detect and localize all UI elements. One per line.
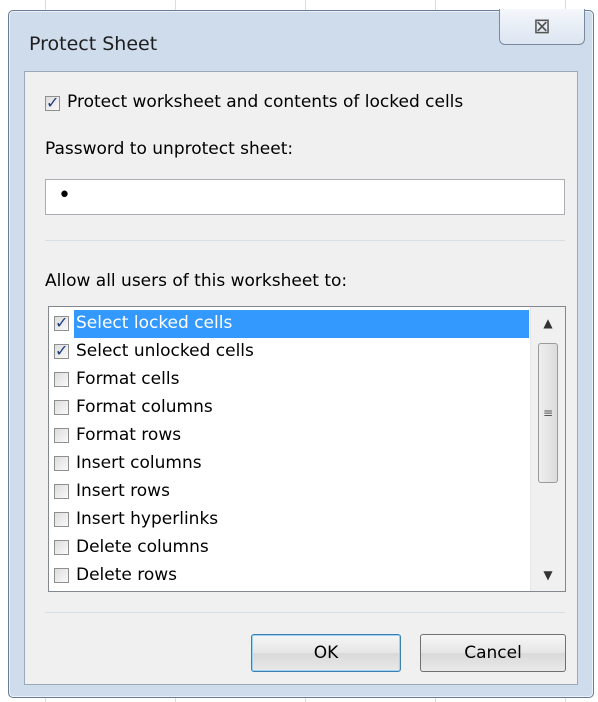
scroll-grip-icon: ≡ xyxy=(542,406,554,420)
permission-list-item[interactable]: ✓ Format columns xyxy=(49,394,531,422)
permission-checkbox[interactable]: ✓ xyxy=(54,400,69,415)
password-input[interactable]: • xyxy=(45,179,565,215)
scroll-up-arrow-icon[interactable]: ▲ xyxy=(531,307,565,339)
permission-label: Format columns xyxy=(76,397,213,417)
permission-label: Insert columns xyxy=(76,453,202,473)
dialog-title: Protect Sheet xyxy=(29,33,158,55)
close-button[interactable]: ⊠ xyxy=(499,9,585,45)
separator-bottom xyxy=(45,612,565,613)
permission-label: Select unlocked cells xyxy=(76,341,254,361)
permission-label: Insert rows xyxy=(76,481,170,501)
allow-users-label: Allow all users of this worksheet to: xyxy=(45,271,348,291)
permission-checkbox[interactable]: ✓ xyxy=(54,341,69,360)
password-masked-value: • xyxy=(58,183,71,208)
checkmark-icon: ✓ xyxy=(46,93,60,112)
permission-list-item[interactable]: ✓ Select unlocked cells xyxy=(49,338,531,366)
permission-checkbox[interactable]: ✓ xyxy=(54,372,69,387)
separator-top xyxy=(45,240,565,241)
permission-list-item[interactable]: ✓ Select locked cells xyxy=(49,310,531,338)
title-bar[interactable]: Protect Sheet ⊠ xyxy=(9,9,593,71)
close-icon: ⊠ xyxy=(533,14,551,38)
permission-checkbox[interactable]: ✓ xyxy=(54,428,69,443)
dialog-client-area: ✓ Protect worksheet and contents of lock… xyxy=(24,71,578,685)
permission-label: Format cells xyxy=(76,369,180,389)
ok-button[interactable]: OK xyxy=(251,634,401,672)
scroll-down-arrow-icon[interactable]: ▼ xyxy=(531,559,565,591)
permission-list-item[interactable]: ✓ Insert columns xyxy=(49,450,531,478)
permission-checkbox[interactable]: ✓ xyxy=(54,456,69,471)
permission-checkbox[interactable]: ✓ xyxy=(54,540,69,555)
permission-checkbox[interactable]: ✓ xyxy=(54,568,69,583)
protect-worksheet-label[interactable]: Protect worksheet and contents of locked… xyxy=(67,92,463,112)
permission-checkbox[interactable]: ✓ xyxy=(54,313,69,332)
protect-worksheet-checkbox[interactable]: ✓ xyxy=(45,93,60,112)
permission-label: Insert hyperlinks xyxy=(76,509,219,529)
permission-list-item[interactable]: ✓ Delete rows xyxy=(49,562,531,590)
permission-list-item[interactable]: ✓ Format cells xyxy=(49,366,531,394)
password-label: Password to unprotect sheet: xyxy=(45,139,294,159)
list-scrollbar[interactable]: ▲ ≡ ▼ xyxy=(530,307,565,591)
permission-label: Delete rows xyxy=(76,565,178,585)
permission-list-item[interactable]: ✓ Insert rows xyxy=(49,478,531,506)
permission-list-item[interactable]: ✓ Format rows xyxy=(49,422,531,450)
scroll-thumb[interactable]: ≡ xyxy=(538,343,558,483)
permissions-list[interactable]: ✓ Select locked cells ✓ Select unlocked cel… xyxy=(48,306,566,592)
permission-list-item[interactable]: ✓ Insert hyperlinks xyxy=(49,506,531,534)
checkmark-icon: ✓ xyxy=(55,313,69,332)
cancel-button[interactable]: Cancel xyxy=(420,634,566,672)
permission-label: Format rows xyxy=(76,425,182,445)
permission-label: Select locked cells xyxy=(76,313,233,333)
permission-checkbox[interactable]: ✓ xyxy=(54,512,69,527)
permission-label: Delete columns xyxy=(76,537,209,557)
protect-sheet-dialog: Protect Sheet ⊠ ✓ Protect worksheet and … xyxy=(8,9,594,698)
permission-checkbox[interactable]: ✓ xyxy=(54,484,69,499)
permission-list-item[interactable]: ✓ Delete columns xyxy=(49,534,531,562)
checkmark-icon: ✓ xyxy=(55,341,69,360)
